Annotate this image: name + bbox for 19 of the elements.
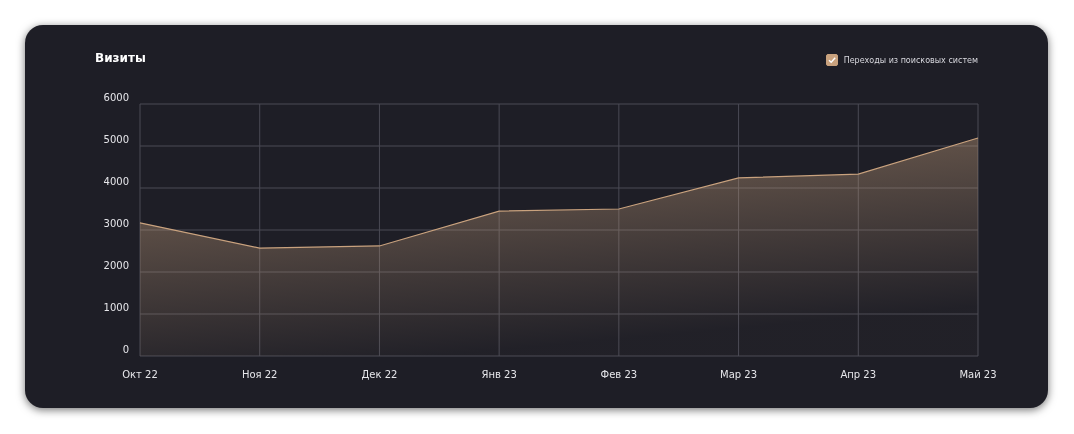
x-axis-label: Май 23 xyxy=(959,369,997,380)
legend-checkbox[interactable]: Переходы из поисковых систем xyxy=(825,54,978,66)
y-axis-label: 3000 xyxy=(103,218,129,229)
checkbox-icon[interactable] xyxy=(825,54,838,66)
y-axis-label: 0 xyxy=(122,344,129,355)
y-axis-label: 5000 xyxy=(103,134,129,145)
x-axis-label: Ноя 22 xyxy=(241,369,278,380)
x-axis-label: Фев 23 xyxy=(600,369,638,380)
y-axis-label: 2000 xyxy=(103,260,129,271)
y-axis-label: 6000 xyxy=(103,92,129,103)
x-axis-label: Дек 22 xyxy=(361,369,398,380)
y-axis-label: 1000 xyxy=(103,302,129,313)
chart-title: Визиты xyxy=(95,51,146,65)
y-axis-label: 4000 xyxy=(103,176,129,187)
x-axis-label: Мар 23 xyxy=(720,369,758,380)
x-axis-label: Янв 23 xyxy=(481,369,517,380)
x-axis-label: Окт 22 xyxy=(122,369,158,380)
legend-label: Переходы из поисковых систем xyxy=(843,55,978,65)
x-axis-label: Апр 23 xyxy=(840,369,877,380)
